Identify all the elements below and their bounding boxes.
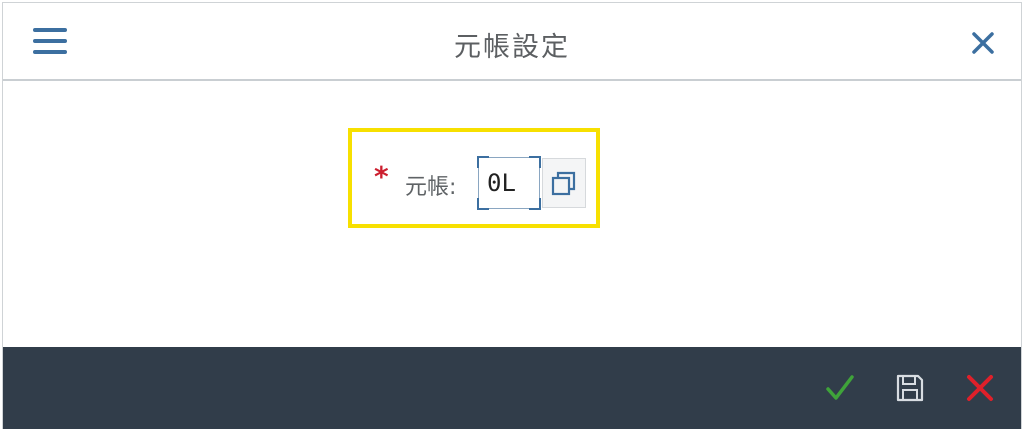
save-icon (896, 374, 924, 402)
confirm-button[interactable] (823, 371, 857, 405)
ledger-field-highlight: * 元帳: 0L (348, 128, 600, 228)
cancel-button[interactable] (963, 371, 997, 405)
dialog-content: * 元帳: 0L (3, 81, 1021, 347)
close-icon (972, 32, 994, 54)
ledger-settings-dialog: 元帳設定 * 元帳: 0L (2, 2, 1022, 429)
focus-corner (477, 198, 489, 210)
required-marker: * (374, 160, 389, 193)
close-button[interactable] (971, 31, 995, 55)
checkmark-icon (826, 375, 854, 400)
cancel-icon (967, 375, 993, 401)
ledger-input[interactable]: 0L (477, 156, 541, 210)
value-help-icon (551, 171, 576, 196)
dialog-title: 元帳設定 (454, 32, 570, 63)
ledger-input-value: 0L (487, 169, 516, 197)
value-help-button[interactable] (542, 158, 586, 208)
focus-corner (529, 198, 541, 210)
ledger-label: 元帳: (405, 175, 457, 200)
dialog-header: 元帳設定 (3, 3, 1021, 81)
dialog-footer (3, 347, 1021, 429)
save-button[interactable] (893, 371, 927, 405)
focus-corner (477, 156, 489, 168)
focus-corner (529, 156, 541, 168)
